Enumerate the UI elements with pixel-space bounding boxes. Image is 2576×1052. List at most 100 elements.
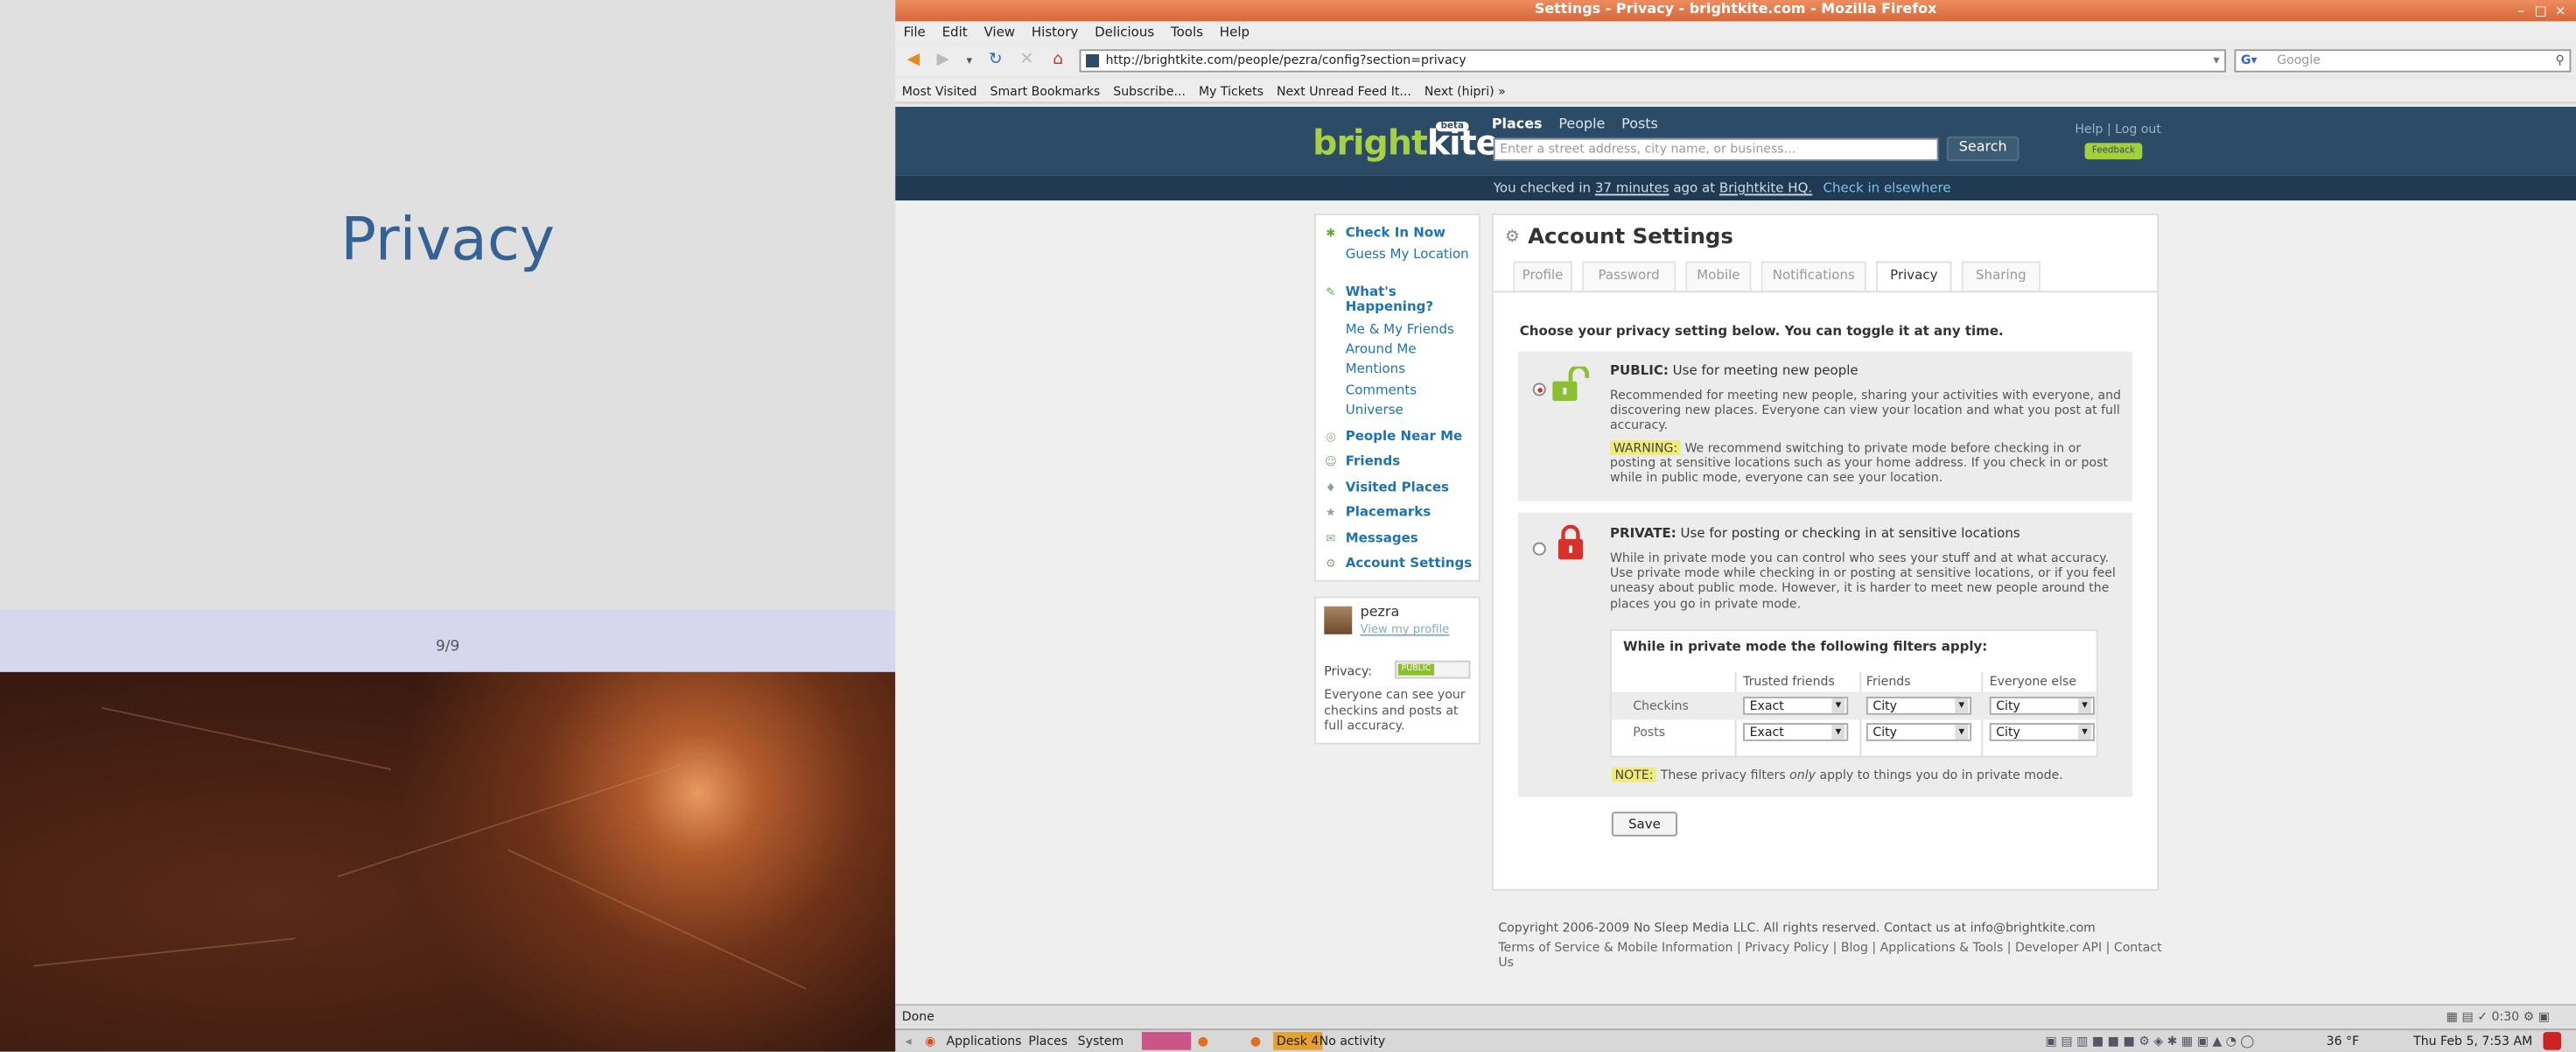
systray-icons[interactable]: ▣ ▤ ▥ ■ ■ ■ ⚙ ◈ ✱ ▦ ▣ ▲ ◔ ◯: [2046, 1030, 2255, 1051]
sidebar-item-visited-places[interactable]: Visited Places: [1346, 480, 1449, 494]
note-label: NOTE:: [1611, 767, 1657, 782]
menu-file[interactable]: File: [904, 21, 926, 42]
note-emphasis: only: [1789, 767, 1816, 782]
tab-privacy[interactable]: Privacy: [1876, 261, 1952, 291]
bookmark-my-tickets[interactable]: My Tickets: [1199, 79, 1264, 102]
url-bar[interactable]: http://brightkite.com/people/pezra/confi…: [1079, 49, 2227, 73]
menu-history[interactable]: History: [1032, 21, 1078, 42]
tab-password[interactable]: Password: [1582, 261, 1676, 291]
reload-icon[interactable]: ↻: [984, 49, 1007, 72]
tab-posts[interactable]: Posts: [1621, 116, 1658, 133]
sidebar-item-account-settings[interactable]: Account Settings: [1346, 556, 1472, 571]
tab-people[interactable]: People: [1558, 116, 1605, 133]
bookmark-most-visited[interactable]: Most Visited: [902, 79, 977, 102]
page-title: Account Settings: [1528, 225, 1733, 250]
checkins-trusted-select[interactable]: Exact: [1743, 697, 1849, 715]
bookmark-next-unread[interactable]: Next Unread Feed It...: [1277, 79, 1411, 102]
tab-sharing[interactable]: Sharing: [1961, 261, 2040, 291]
sidebar-item-mentions[interactable]: Mentions: [1346, 361, 1405, 376]
desk-indicator[interactable]: Desk 4: [1273, 1032, 1323, 1050]
sidebar-item-me-friends[interactable]: Me & My Friends: [1346, 322, 1454, 337]
applications-menu[interactable]: Applications: [946, 1030, 1021, 1051]
maximize-icon[interactable]: □: [2533, 4, 2548, 18]
system-menu[interactable]: System: [1078, 1030, 1124, 1051]
menu-edit[interactable]: Edit: [942, 21, 968, 42]
view-profile-link[interactable]: View my profile: [1361, 623, 1450, 636]
ubuntu-logo-icon: ◉: [925, 1033, 936, 1048]
save-button[interactable]: Save: [1611, 811, 1677, 837]
sidebar-item-friends[interactable]: Friends: [1346, 453, 1400, 468]
visited-places-icon: ♦: [1325, 481, 1336, 495]
checkin-elsewhere-link[interactable]: Check in elsewhere: [1823, 181, 1950, 196]
bookmark-subscribe[interactable]: Subscribe...: [1113, 79, 1186, 102]
feedback-button[interactable]: Feedback: [2084, 143, 2143, 160]
firefox-launcher-icon[interactable]: ●: [1198, 1030, 1208, 1051]
posts-everyone-select[interactable]: City: [1989, 723, 2095, 741]
tab-profile[interactable]: Profile: [1513, 261, 1572, 291]
sidebar-item-placemarks[interactable]: Placemarks: [1346, 504, 1432, 519]
search-button[interactable]: Search: [1946, 136, 2020, 161]
sidebar-item-comments[interactable]: Comments: [1346, 382, 1417, 397]
logout-link[interactable]: Log out: [2115, 122, 2161, 137]
filters-note: NOTE: These privacy filters only apply t…: [1611, 767, 2063, 782]
close-icon[interactable]: ×: [2553, 4, 2568, 18]
bookmark-smart[interactable]: Smart Bookmarks: [990, 79, 1101, 102]
status-tray-icons: ▦ ▤ ✓ 0:30 ⚙ ▣: [2446, 1008, 2551, 1024]
history-dropdown-icon[interactable]: ▾: [958, 49, 981, 72]
tab-places[interactable]: Places: [1492, 116, 1543, 133]
stop-icon[interactable]: ✕: [1015, 49, 1038, 72]
note-text-end: apply to things you do in private mode.: [1819, 767, 2063, 782]
bookmark-next-hipri[interactable]: Next (hipri) »: [1424, 79, 1506, 102]
brightkite-logo[interactable]: brightkite: [1312, 123, 1499, 163]
avatar[interactable]: [1324, 606, 1353, 635]
warning-text: We recommend switching to private mode b…: [1609, 440, 2108, 486]
footer-links[interactable]: Terms of Service & Mobile Information | …: [1498, 940, 2172, 970]
private-radio[interactable]: [1532, 542, 1546, 556]
window-title: Settings - Privacy - brightkite.com - Mo…: [895, 0, 2576, 22]
sidebar-item-messages[interactable]: Messages: [1346, 530, 1418, 545]
sidebar-item-universe[interactable]: Universe: [1346, 403, 1404, 417]
menu-delicious[interactable]: Delicious: [1095, 21, 1154, 42]
menu-help[interactable]: Help: [1220, 21, 1250, 42]
google-icon[interactable]: G▾: [2241, 51, 2258, 71]
sidebar-item-around-me[interactable]: Around Me: [1346, 342, 1417, 357]
location-search-input[interactable]: Enter a street address, city name, or bu…: [1493, 137, 1939, 161]
sidebar-item-whats-happening[interactable]: What's Happening?: [1346, 284, 1445, 314]
status-timer: 0:30: [2491, 1008, 2520, 1024]
minimize-icon[interactable]: –: [2514, 4, 2529, 18]
search-box[interactable]: G▾ Google ⚲: [2234, 49, 2572, 73]
back-icon[interactable]: ◀: [902, 49, 925, 72]
privacy-toggle[interactable]: PUBLIC: [1395, 660, 1471, 679]
private-title: PRIVATE: Use for posting or checking in …: [1610, 526, 2020, 541]
username[interactable]: pezra: [1361, 605, 1400, 621]
posts-friends-select[interactable]: City: [1866, 723, 1972, 741]
checkin-icon: ✱: [1326, 227, 1336, 241]
launcher-icons[interactable]: [1141, 1032, 1192, 1050]
slide-background-image: [0, 671, 896, 1052]
private-filters-box: While in private mode the following filt…: [1609, 629, 2098, 758]
tab-notifications[interactable]: Notifications: [1760, 261, 1866, 291]
help-link[interactable]: Help: [2075, 122, 2103, 137]
posts-trusted-select[interactable]: Exact: [1743, 723, 1849, 741]
checkin-time-link[interactable]: 37 minutes: [1595, 181, 1670, 196]
menu-tools[interactable]: Tools: [1171, 21, 1203, 42]
public-radio[interactable]: [1532, 382, 1546, 396]
slide-panel: Privacy 9/9: [0, 0, 896, 1052]
col-friends: Friends: [1866, 673, 1911, 689]
checkin-place-link[interactable]: Brightkite HQ.: [1719, 181, 1812, 196]
places-menu[interactable]: Places: [1028, 1030, 1068, 1051]
checkins-everyone-select[interactable]: City: [1989, 697, 2095, 715]
site-header: brightkite beta Places People Posts Ente…: [895, 107, 2576, 176]
sidebar-item-people-near[interactable]: People Near Me: [1346, 429, 1463, 444]
clock[interactable]: Thu Feb 5, 7:53 AM: [2413, 1030, 2532, 1051]
sidebar-item-check-in-now[interactable]: Check In Now: [1346, 225, 1446, 240]
tab-mobile[interactable]: Mobile: [1685, 261, 1752, 291]
sidebar-item-guess-location[interactable]: Guess My Location: [1346, 247, 1469, 262]
menu-view[interactable]: View: [984, 21, 1015, 42]
checkins-friends-select[interactable]: City: [1866, 697, 1972, 715]
shutdown-icon[interactable]: [2543, 1032, 2562, 1050]
url-dropdown-icon[interactable]: ▾: [2214, 51, 2220, 71]
home-icon[interactable]: ⌂: [1046, 49, 1069, 72]
search-icon[interactable]: ⚲: [2556, 51, 2565, 71]
forward-icon[interactable]: ▶: [932, 49, 955, 72]
